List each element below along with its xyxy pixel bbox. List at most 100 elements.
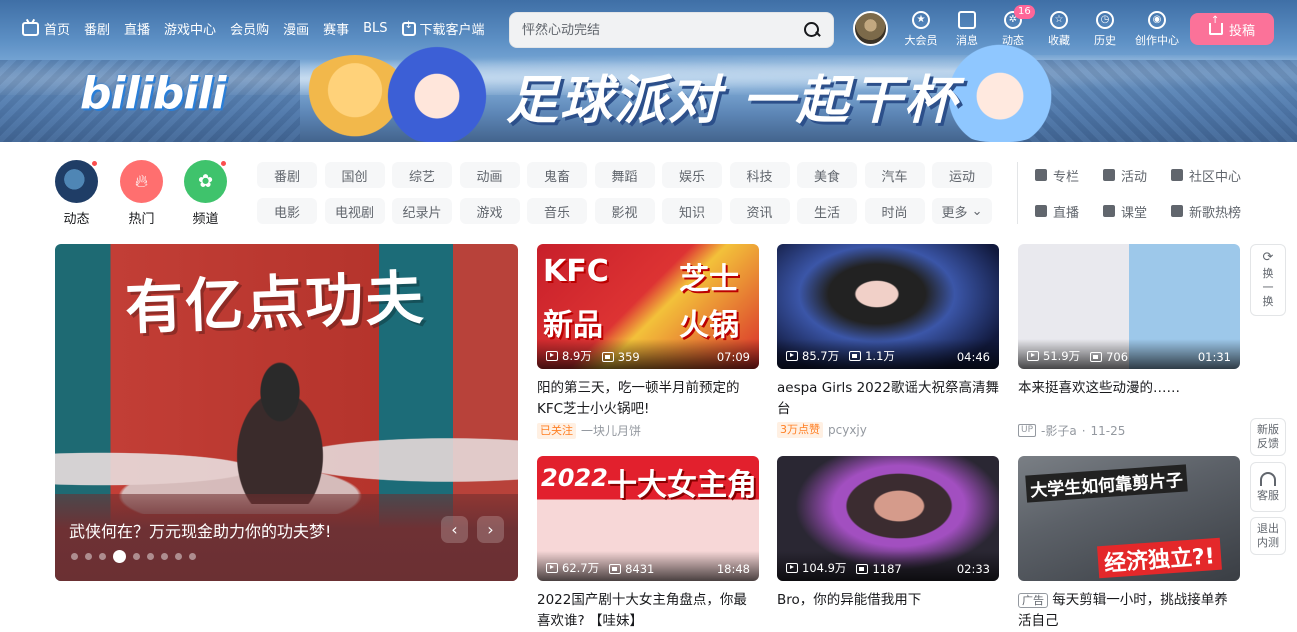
- channel-item[interactable]: 科技: [729, 162, 790, 188]
- ad-thumbnail[interactable]: 大学生如何靠剪片子 经济独立?!: [1018, 456, 1240, 581]
- channel-item[interactable]: 番剧: [257, 162, 317, 188]
- danmaku-count: 8431: [609, 562, 654, 576]
- nav-item-live[interactable]: 直播: [124, 19, 150, 38]
- nav-item-mall[interactable]: 会员购: [230, 19, 269, 38]
- search-icon[interactable]: [803, 21, 821, 39]
- quick-hot[interactable]: 🔥︎ 热门: [120, 160, 163, 227]
- video-title[interactable]: 阳的第三天，吃一顿半月前预定的KFC芝士小火锅吧!: [537, 378, 759, 420]
- danmaku-count: 706: [1090, 350, 1128, 364]
- video-thumbnail[interactable]: 2022 十大女主角 62.7万 8431 18:48: [537, 456, 759, 581]
- carousel-dot[interactable]: [147, 553, 154, 560]
- nav-home[interactable]: 首页: [22, 19, 70, 38]
- carousel-dot[interactable]: [161, 553, 168, 560]
- channel-item[interactable]: 汽车: [864, 162, 925, 188]
- search-input[interactable]: [522, 22, 803, 38]
- channel-item[interactable]: 音乐: [527, 198, 587, 224]
- nav-vip[interactable]: ★ 大会员: [898, 11, 944, 48]
- nav-dynamic[interactable]: ✲ 16 动态: [990, 5, 1036, 48]
- hero-carousel[interactable]: 有亿点功夫 武侠何在？万元现金助力你的功夫梦! ‹ ›: [55, 244, 518, 581]
- channel-item[interactable]: 影视: [594, 198, 655, 224]
- video-thumbnail[interactable]: 51.9万 706 01:31: [1018, 244, 1240, 369]
- channel-item[interactable]: 美食: [797, 162, 857, 188]
- channel-item[interactable]: 鬼畜: [527, 162, 587, 188]
- nav-message[interactable]: 消息: [944, 11, 990, 48]
- nav-item-bangumi[interactable]: 番剧: [84, 19, 110, 38]
- quick-channel[interactable]: ✿ 频道: [184, 160, 227, 227]
- link-activity[interactable]: 活动: [1103, 162, 1171, 188]
- carousel-dot[interactable]: [175, 553, 182, 560]
- video-duration: 02:33: [956, 562, 990, 576]
- nav-favorites[interactable]: ☆ 收藏: [1036, 11, 1082, 48]
- thumb-text: 经济独立?!: [1097, 537, 1222, 579]
- nav-creator-center[interactable]: ◉ 创作中心: [1128, 11, 1186, 48]
- thumb-text: KFC: [543, 254, 609, 289]
- feedback-button[interactable]: 新版反馈: [1250, 418, 1286, 456]
- carousel-dot[interactable]: [85, 553, 92, 560]
- channel-item[interactable]: 资讯: [729, 198, 790, 224]
- top-nav: 首页 番剧 直播 游戏中心 会员购 漫画 赛事 BLS 下载客户端 ★ 大会员: [0, 0, 1297, 58]
- link-community[interactable]: 社区中心: [1171, 162, 1261, 188]
- video-card[interactable]: 2022 十大女主角 62.7万 8431 18:48 2022国产剧十大女主角…: [537, 456, 759, 632]
- channel-item[interactable]: 纪录片: [392, 198, 452, 224]
- upload-button[interactable]: 投稿: [1190, 13, 1274, 45]
- nav-history[interactable]: ◷ 历史: [1082, 11, 1128, 48]
- video-card[interactable]: 104.9万 1187 02:33 Bro，你的异能借我用下: [777, 456, 999, 632]
- video-thumbnail[interactable]: 85.7万 1.1万 04:46: [777, 244, 999, 369]
- ad-card[interactable]: 大学生如何靠剪片子 经济独立?! 广告 每天剪辑一小时，挑战接单养活自己: [1018, 456, 1240, 632]
- carousel-caption[interactable]: 武侠何在？万元现金助力你的功夫梦!: [69, 518, 331, 542]
- bilibili-logo[interactable]: bilibili: [80, 68, 226, 119]
- video-title[interactable]: 2022国产剧十大女主角盘点，你最喜欢谁? 【哇妹】: [537, 590, 759, 632]
- channel-item[interactable]: 生活: [797, 198, 857, 224]
- video-card[interactable]: KFC 芝士 新品 火锅 8.9万 359 07:09 阳的第三天，吃一顿半月前…: [537, 244, 759, 439]
- channel-item[interactable]: 运动: [932, 162, 992, 188]
- ad-title[interactable]: 广告 每天剪辑一小时，挑战接单养活自己: [1018, 590, 1240, 632]
- channel-item[interactable]: 舞蹈: [594, 162, 655, 188]
- download-icon: [401, 20, 416, 36]
- nav-item-bls[interactable]: BLS: [363, 21, 387, 36]
- header-banner: bilibili 足球派对 一起干杯 首页 番剧 直播 游戏中心 会员购 漫画 …: [0, 0, 1297, 142]
- nav-item-download[interactable]: 下载客户端: [401, 19, 485, 38]
- carousel-dot-active[interactable]: [113, 550, 126, 563]
- play-icon: [546, 351, 558, 361]
- video-author[interactable]: 一块儿月饼: [581, 422, 641, 439]
- link-live[interactable]: 直播: [1035, 198, 1103, 224]
- channel-item[interactable]: 动画: [459, 162, 520, 188]
- customer-service-button[interactable]: 客服: [1250, 462, 1286, 512]
- nav-item-manga[interactable]: 漫画: [283, 19, 309, 38]
- channel-item[interactable]: 电视剧: [324, 198, 385, 224]
- channel-item[interactable]: 电影: [257, 198, 317, 224]
- nav-item-esports[interactable]: 赛事: [323, 19, 349, 38]
- channel-item[interactable]: 知识: [662, 198, 722, 224]
- carousel-next-button[interactable]: ›: [477, 516, 504, 543]
- carousel-dot[interactable]: [133, 553, 140, 560]
- carousel-dot[interactable]: [189, 553, 196, 560]
- video-card[interactable]: 51.9万 706 01:31 本来挺喜欢这些动漫的…… UP -影子a · 1…: [1018, 244, 1240, 439]
- video-card[interactable]: 85.7万 1.1万 04:46 aespa Girls 2022歌谣大祝祭高清…: [777, 244, 999, 438]
- quick-dynamic[interactable]: 动态: [55, 160, 98, 227]
- channel-item[interactable]: 综艺: [392, 162, 452, 188]
- video-thumbnail[interactable]: KFC 芝士 新品 火锅 8.9万 359 07:09: [537, 244, 759, 369]
- refresh-icon: ⟳: [1262, 250, 1274, 265]
- video-author[interactable]: pcyxjy: [828, 423, 867, 437]
- channel-item[interactable]: 国创: [324, 162, 385, 188]
- video-author[interactable]: -影子a: [1041, 422, 1077, 439]
- carousel-prev-button[interactable]: ‹: [441, 516, 468, 543]
- channel-item[interactable]: 游戏: [459, 198, 520, 224]
- video-title[interactable]: 本来挺喜欢这些动漫的……: [1018, 378, 1240, 420]
- play-count-value: 51.9万: [1043, 349, 1081, 363]
- video-title[interactable]: Bro，你的异能借我用下: [777, 590, 999, 632]
- channel-item[interactable]: 时尚: [864, 198, 925, 224]
- link-column[interactable]: 专栏: [1035, 162, 1103, 188]
- user-avatar[interactable]: [853, 11, 888, 46]
- link-class[interactable]: 课堂: [1103, 198, 1171, 224]
- carousel-dot[interactable]: [71, 553, 78, 560]
- channel-item[interactable]: 娱乐: [662, 162, 722, 188]
- exit-beta-button[interactable]: 退出内测: [1250, 517, 1286, 555]
- video-thumbnail[interactable]: 104.9万 1187 02:33: [777, 456, 999, 581]
- link-music-chart[interactable]: 新歌热榜: [1171, 198, 1261, 224]
- video-title[interactable]: aespa Girls 2022歌谣大祝祭高清舞台: [777, 378, 999, 420]
- carousel-dot[interactable]: [99, 553, 106, 560]
- refresh-button[interactable]: ⟳ 换一换: [1250, 244, 1286, 316]
- nav-item-game-center[interactable]: 游戏中心: [164, 19, 216, 38]
- channel-more-button[interactable]: 更多 ⌄: [932, 198, 992, 224]
